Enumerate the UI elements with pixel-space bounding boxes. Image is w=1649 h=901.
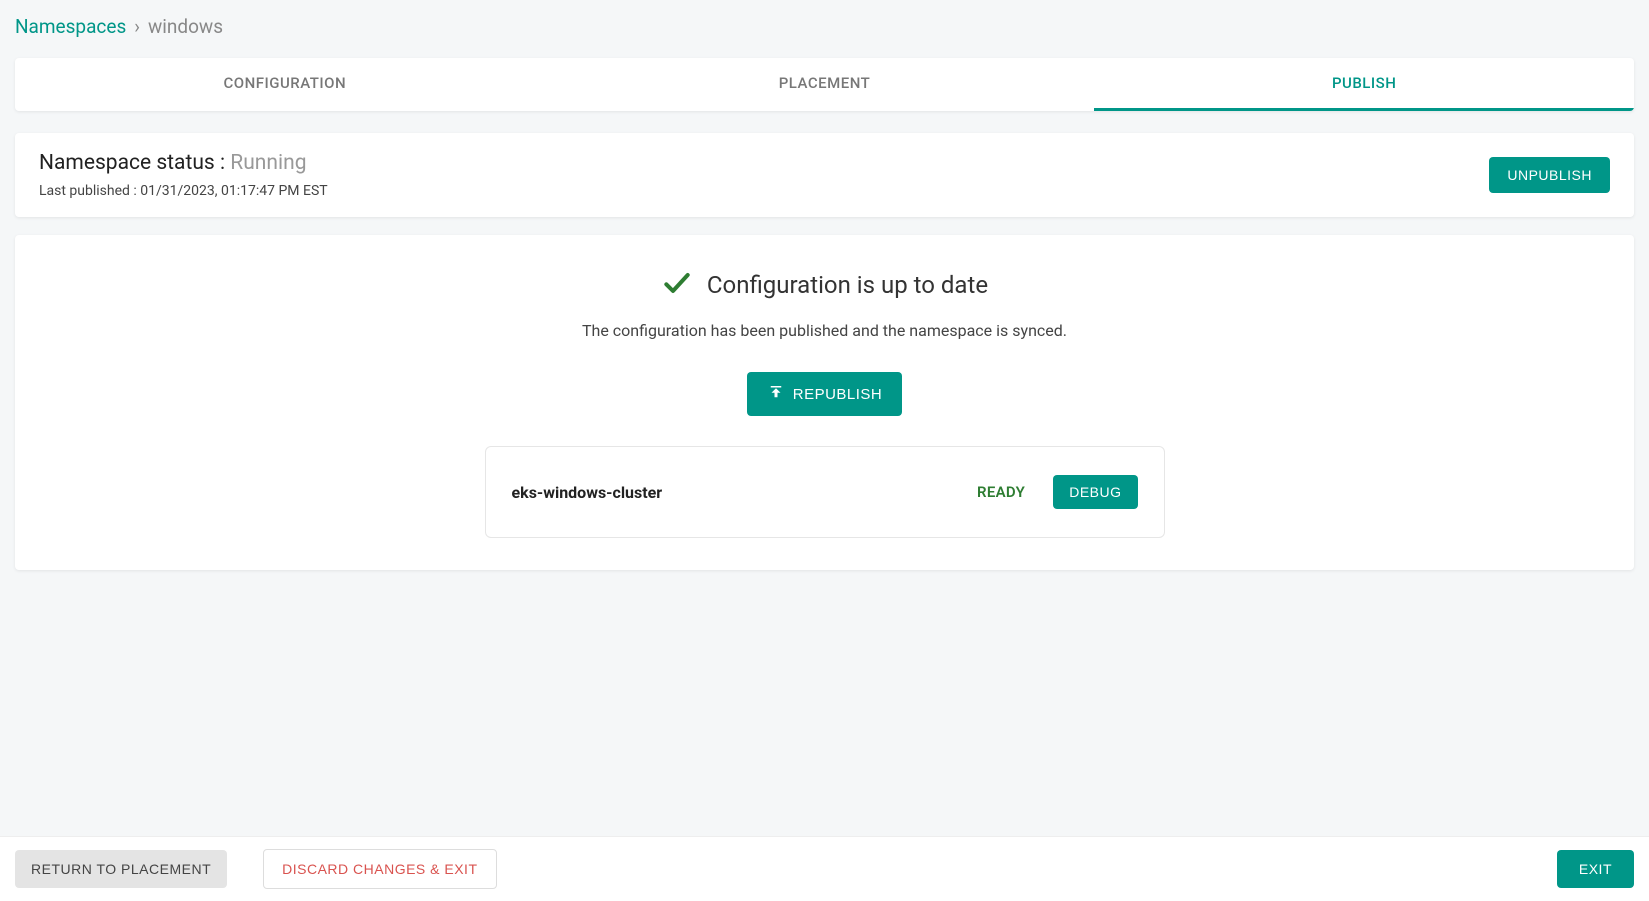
check-icon [661, 267, 693, 303]
namespace-status-card: Namespace status : Running Last publishe… [15, 133, 1634, 217]
status-info: Namespace status : Running Last publishe… [39, 151, 328, 199]
last-published: Last published : 01/31/2023, 01:17:47 PM… [39, 183, 328, 199]
unpublish-button[interactable]: UNPUBLISH [1489, 157, 1610, 193]
publish-main-card: Configuration is up to date The configur… [15, 235, 1634, 570]
config-up-to-date-title: Configuration is up to date [707, 271, 988, 299]
tab-publish[interactable]: PUBLISH [1094, 58, 1634, 111]
discard-changes-button[interactable]: DISCARD CHANGES & EXIT [263, 849, 496, 889]
breadcrumb: Namespaces › windows [15, 15, 1634, 38]
breadcrumb-current: windows [148, 15, 223, 38]
breadcrumb-root-link[interactable]: Namespaces [15, 15, 126, 38]
tabs-container: CONFIGURATION PLACEMENT PUBLISH [15, 58, 1634, 111]
republish-wrap: REPUBLISH [747, 372, 903, 416]
cluster-status: READY [977, 483, 1025, 501]
tab-configuration[interactable]: CONFIGURATION [15, 58, 555, 111]
debug-button[interactable]: DEBUG [1053, 475, 1137, 509]
config-status-row: Configuration is up to date [661, 267, 988, 303]
republish-button[interactable]: REPUBLISH [747, 372, 903, 416]
last-published-prefix: Last published : [39, 183, 140, 199]
cluster-name: eks-windows-cluster [512, 483, 663, 502]
tab-placement[interactable]: PLACEMENT [555, 58, 1095, 111]
namespace-status-value: Running [230, 151, 306, 175]
config-up-to-date-subtitle: The configuration has been published and… [582, 321, 1067, 340]
breadcrumb-separator: › [134, 15, 140, 38]
cluster-right: READY DEBUG [977, 475, 1137, 509]
last-published-value: 01/31/2023, 01:17:47 PM EST [140, 183, 327, 199]
return-to-placement-button[interactable]: RETURN TO PLACEMENT [15, 850, 227, 888]
publish-icon [767, 383, 785, 405]
namespace-status-label: Namespace status : [39, 151, 230, 175]
footer-left: RETURN TO PLACEMENT DISCARD CHANGES & EX… [15, 849, 497, 889]
republish-label: REPUBLISH [793, 386, 883, 403]
exit-button[interactable]: EXIT [1557, 850, 1634, 888]
namespace-status-title: Namespace status : Running [39, 151, 328, 175]
footer-bar: RETURN TO PLACEMENT DISCARD CHANGES & EX… [0, 836, 1649, 901]
cluster-card: eks-windows-cluster READY DEBUG [485, 446, 1165, 538]
